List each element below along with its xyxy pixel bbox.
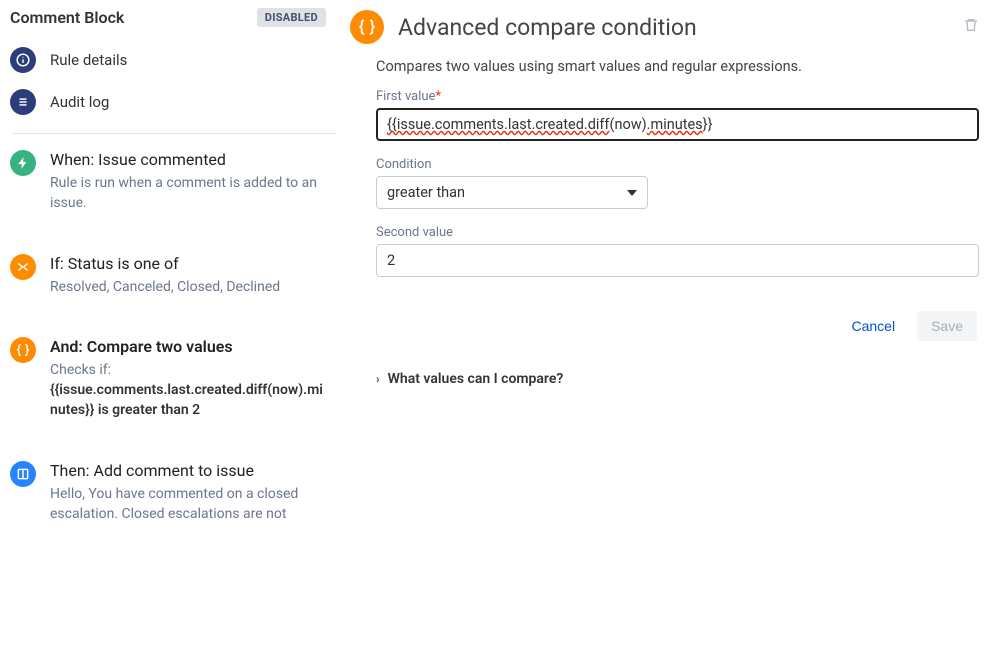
- rule-title: Comment Block: [10, 8, 124, 27]
- delete-button[interactable]: [963, 16, 979, 38]
- form-description: Compares two values using smart values a…: [376, 58, 979, 75]
- field-label-second: Second value: [376, 225, 979, 240]
- page-title: Advanced compare condition: [398, 14, 949, 41]
- step-title: If: Status is one of: [50, 254, 328, 273]
- info-icon: [10, 47, 36, 73]
- save-button[interactable]: Save: [917, 311, 977, 341]
- nav-label: Rule details: [50, 51, 127, 69]
- second-value-input[interactable]: [376, 244, 979, 277]
- nav-rule-details[interactable]: Rule details: [8, 39, 340, 81]
- nav-audit-log[interactable]: Audit log: [8, 81, 340, 123]
- step-lead: Checks if:: [50, 362, 111, 378]
- trash-icon: [963, 16, 979, 34]
- braces-icon: [350, 10, 384, 44]
- action-icon: [10, 461, 36, 487]
- help-expander[interactable]: › What values can I compare?: [376, 371, 979, 387]
- field-label-first: First value*: [376, 89, 979, 104]
- list-icon: [10, 89, 36, 115]
- main-header: Advanced compare condition: [350, 10, 979, 44]
- chevron-right-icon: ›: [376, 372, 380, 386]
- status-badge: DISABLED: [257, 8, 326, 27]
- condition-select[interactable]: greater than: [376, 176, 648, 209]
- step-title: Then: Add comment to issue: [50, 461, 328, 480]
- step-desc: Resolved, Canceled, Closed, Declined: [50, 277, 328, 297]
- step-and-compare[interactable]: And: Compare two values Checks if: {{iss…: [8, 337, 340, 461]
- braces-icon: [10, 337, 36, 363]
- divider: [12, 133, 336, 134]
- sidebar-header: Comment Block DISABLED: [8, 8, 340, 39]
- step-title: When: Issue commented: [50, 150, 328, 169]
- step-then[interactable]: Then: Add comment to issue Hello, You ha…: [8, 461, 340, 565]
- step-if[interactable]: If: Status is one of Resolved, Canceled,…: [8, 254, 340, 337]
- expander-label: What values can I compare?: [388, 371, 564, 387]
- cancel-button[interactable]: Cancel: [837, 311, 909, 341]
- step-smart: {{issue.comments.last.created.diff(now).…: [50, 382, 323, 418]
- field-label-condition: Condition: [376, 157, 979, 172]
- step-when[interactable]: When: Issue commented Rule is run when a…: [8, 150, 340, 254]
- trigger-icon: [10, 150, 36, 176]
- nav-label: Audit log: [50, 93, 109, 111]
- step-title: And: Compare two values: [50, 337, 328, 356]
- step-desc: Rule is run when a comment is added to a…: [50, 173, 328, 214]
- branch-icon: [10, 254, 36, 280]
- step-desc: Hello, You have commented on a closed es…: [50, 484, 328, 525]
- first-value-input[interactable]: {{issue.comments.last.created.diff(now).…: [376, 108, 979, 141]
- step-desc: Checks if: {{issue.comments.last.created…: [50, 360, 328, 421]
